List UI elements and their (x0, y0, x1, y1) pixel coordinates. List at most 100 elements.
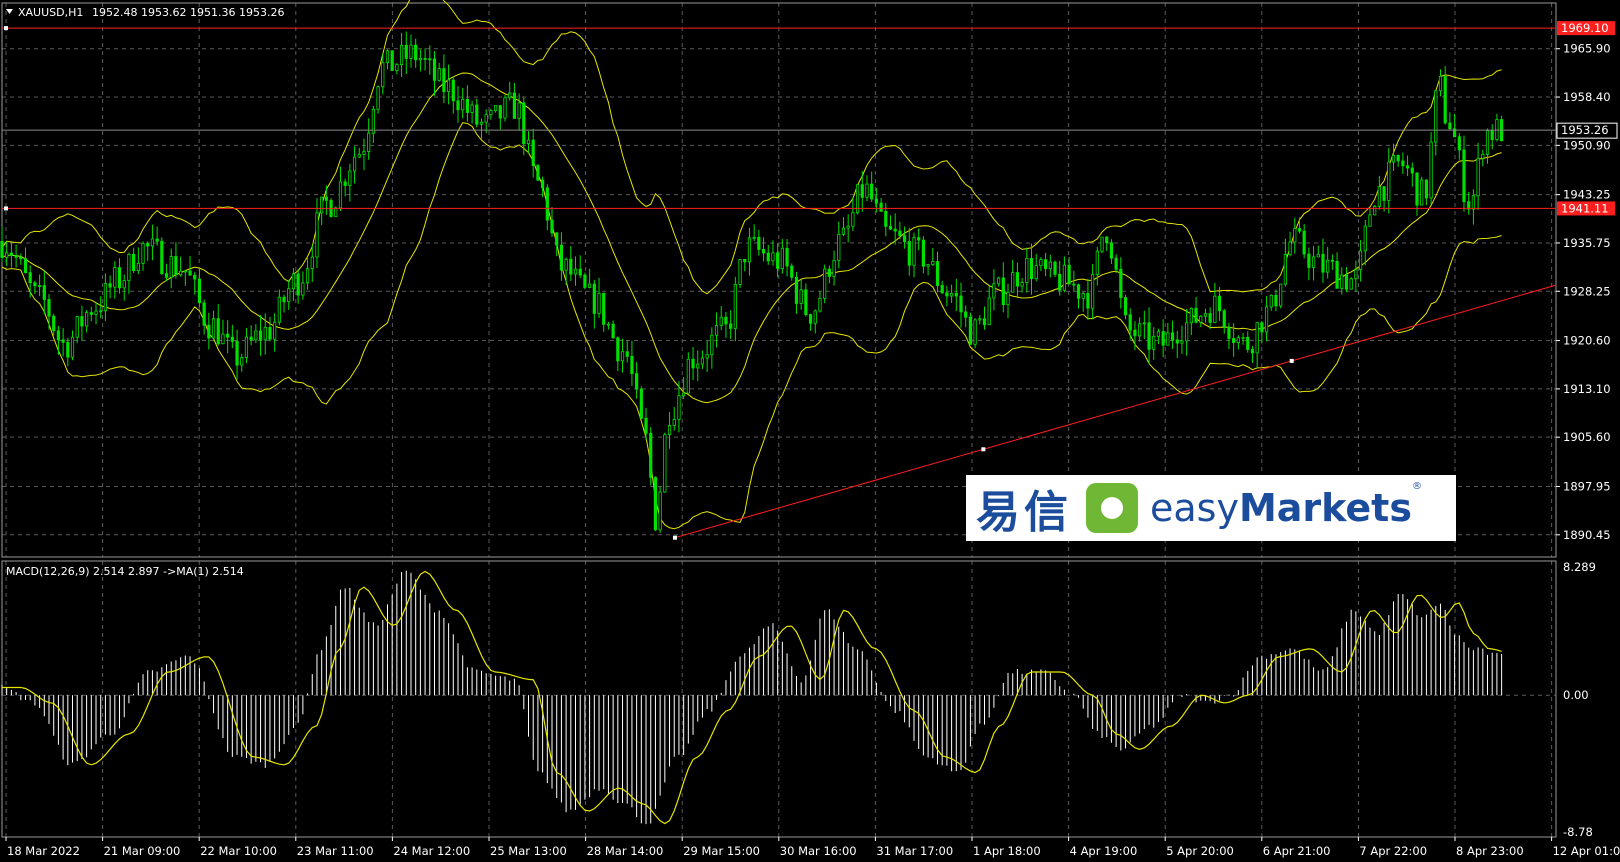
candle-body (1166, 332, 1170, 346)
price-tick-label: 1897.95 (1563, 479, 1611, 493)
candle-body (813, 310, 817, 324)
candle-body (616, 337, 620, 362)
trading-chart[interactable]: 1969.10 1941.11 XAUUSD,H1 1952.48 1953.62… (0, 0, 1620, 862)
candle-body (141, 243, 145, 264)
candle-body (47, 299, 51, 317)
time-tick-label: 22 Mar 10:00 (200, 844, 277, 858)
candle-body (620, 351, 625, 362)
time-tick-label: 21 Mar 09:00 (104, 844, 181, 858)
candle-body (160, 240, 164, 275)
candle-body (1279, 283, 1283, 307)
candle-body (729, 323, 733, 329)
candle-body (89, 312, 93, 315)
candle-body (367, 132, 371, 152)
candle-body (1100, 236, 1104, 252)
candle-body (790, 265, 794, 278)
candle-body (531, 139, 535, 166)
candle-body (1128, 314, 1132, 331)
candle-body (230, 336, 234, 342)
time-tick-label: 24 Mar 12:00 (393, 844, 470, 858)
macd-tick-label: 8.289 (1563, 560, 1596, 574)
candle-body (235, 341, 239, 366)
time-tick-label: 25 Mar 13:00 (490, 844, 567, 858)
candle-body (503, 97, 507, 119)
candle-body (1429, 141, 1433, 199)
time-tick-label: 18 Mar 2022 (7, 844, 80, 858)
candle-body (550, 219, 554, 234)
candle-body (780, 247, 784, 269)
trendline-anchor (1289, 358, 1294, 363)
macd-tick-label: 0.00 (1563, 688, 1589, 702)
candle-body (1199, 315, 1203, 323)
candle-body (348, 170, 352, 186)
candle-body (1326, 259, 1330, 273)
candle-body (1391, 155, 1396, 163)
candle-body (1189, 307, 1193, 324)
candle-body (935, 261, 940, 286)
candle-body (277, 296, 281, 323)
candle-body (705, 354, 709, 359)
candle-body (381, 62, 385, 88)
time-tick-label: 31 Mar 17:00 (876, 844, 953, 858)
candle-body (536, 165, 540, 181)
time-tick-label: 8 Apr 23:00 (1456, 844, 1524, 858)
current-price-text: 1953.26 (1561, 123, 1609, 137)
candle-body (884, 210, 888, 227)
candle-body (75, 316, 79, 338)
candle-body (19, 256, 23, 260)
candle-body (912, 237, 916, 266)
candle-body (1039, 259, 1043, 267)
candle-body (211, 318, 216, 339)
candle-body (921, 239, 925, 267)
candle-body (710, 334, 714, 356)
time-tick-label: 1 Apr 18:00 (973, 844, 1041, 858)
candle-body (602, 292, 606, 325)
candle-body (1048, 261, 1052, 270)
candle-body (874, 198, 878, 204)
candle-body (5, 252, 9, 258)
candle-body (1349, 278, 1353, 290)
candle-body (249, 336, 253, 341)
candle-body (103, 283, 108, 312)
candle-body (1250, 349, 1255, 354)
candle-body (902, 235, 907, 242)
candle-body (343, 181, 347, 186)
candle-body (1415, 172, 1419, 206)
candle-body (559, 244, 564, 271)
candle-body (1340, 274, 1344, 289)
time-tick-label: 28 Mar 14:00 (587, 844, 664, 858)
trendline-anchor (673, 535, 677, 540)
candle-body (395, 64, 399, 71)
candle-body (1053, 261, 1057, 275)
candle-body (1058, 273, 1062, 291)
candle-body (1387, 161, 1391, 201)
candle-body (846, 225, 850, 229)
price-tick-label: 1905.60 (1563, 430, 1611, 444)
candle-body (738, 258, 742, 285)
candle-body (1170, 332, 1175, 341)
candle-body (606, 323, 611, 326)
candle-body (714, 325, 719, 336)
candle-body (38, 285, 42, 287)
candle-body (1344, 274, 1349, 290)
time-tick-label: 5 Apr 20:00 (1166, 844, 1234, 858)
candle-body (23, 258, 28, 274)
candle-body (879, 202, 883, 212)
candle-body (630, 355, 634, 374)
candle-body (1424, 179, 1428, 199)
candle-body (9, 252, 14, 256)
candle-body (761, 249, 766, 254)
candle-body (1438, 76, 1443, 92)
candle-body (1354, 269, 1358, 280)
candle-body (658, 491, 662, 531)
candle-body (1373, 206, 1377, 216)
candle-body (498, 105, 502, 119)
candle-body (1006, 291, 1010, 306)
symbol-label: XAUUSD,H1 (18, 6, 83, 19)
candle-body (677, 395, 681, 420)
candle-body (1081, 293, 1085, 299)
candle-body (70, 336, 75, 358)
candle-body (399, 44, 404, 66)
candle-body (334, 207, 338, 217)
candle-body (1490, 130, 1494, 140)
